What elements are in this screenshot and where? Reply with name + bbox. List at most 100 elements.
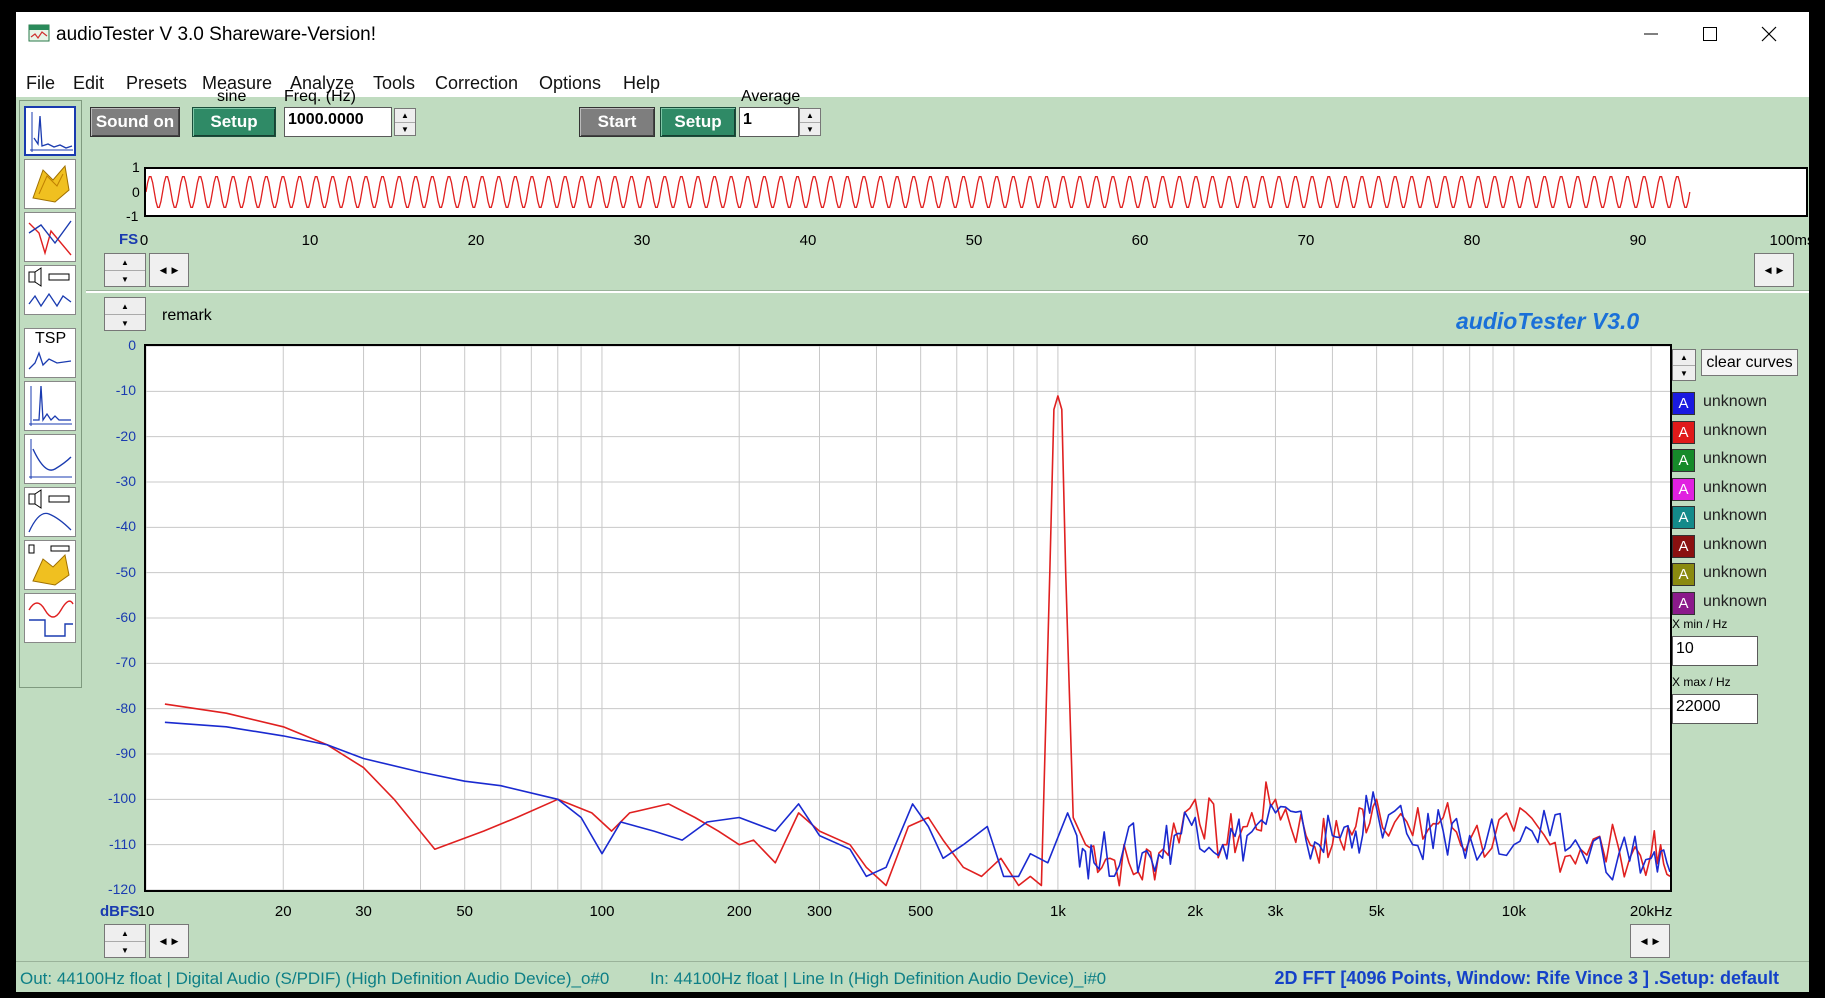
- remark-label[interactable]: remark: [162, 307, 212, 325]
- arrow-left-icon[interactable]: ◀: [160, 265, 167, 276]
- tool-panel: TSP: [19, 100, 82, 688]
- spectrum-x-tick: 1k: [1049, 903, 1066, 920]
- section-divider: [86, 290, 1809, 293]
- legend-swatch-icon[interactable]: A: [1672, 420, 1695, 444]
- spectrum-y-label: dBFS: [100, 903, 140, 920]
- scope-y-zoom-spinner[interactable]: ▲ ▼: [104, 253, 146, 287]
- minimize-button[interactable]: [1621, 16, 1681, 52]
- spectrum-plot[interactable]: [144, 344, 1672, 892]
- maximize-icon: [1703, 27, 1717, 41]
- spin-down-icon[interactable]: ▼: [105, 270, 145, 287]
- freq-input[interactable]: 1000.0000: [284, 107, 392, 137]
- spectrum-y-zoom-spinner[interactable]: ▲ ▼: [104, 297, 146, 331]
- spectrum-y-tick: -50: [115, 563, 136, 580]
- menu-correction[interactable]: Correction: [435, 73, 518, 94]
- legend-label: unknown: [1703, 507, 1768, 524]
- tool-distortion[interactable]: [24, 434, 76, 484]
- scope-x-tick: 40: [799, 232, 817, 249]
- spin-down-icon[interactable]: ▼: [105, 314, 145, 331]
- arrow-left-icon[interactable]: ◀: [1765, 265, 1772, 276]
- menu-file[interactable]: File: [26, 73, 55, 94]
- start-button[interactable]: Start: [579, 107, 655, 137]
- scope-x-scroll-right[interactable]: ◀ ▶: [1754, 253, 1794, 287]
- xmax-input[interactable]: 22000: [1672, 694, 1758, 724]
- legend-swatch-icon[interactable]: A: [1672, 392, 1695, 415]
- tool-impulse[interactable]: [24, 381, 76, 431]
- legend-swatch-icon[interactable]: A: [1672, 534, 1695, 558]
- spectrum-x-scroll-left[interactable]: ◀ ▶: [149, 924, 189, 958]
- oscilloscope-plot[interactable]: [144, 167, 1808, 217]
- spin-down-icon[interactable]: ▼: [800, 122, 820, 136]
- sound-on-button[interactable]: Sound on: [90, 107, 180, 137]
- spectrum-y-tick: -30: [115, 473, 136, 489]
- average-spinner[interactable]: ▲ ▼: [799, 108, 821, 136]
- status-analysis-mode: 2D FFT [4096 Points, Window: Rife Vince …: [1274, 968, 1779, 988]
- tool-tsp[interactable]: TSP: [24, 328, 76, 378]
- spectrum-y-tick: 0: [128, 337, 136, 353]
- arrow-left-icon[interactable]: ◀: [1641, 936, 1648, 947]
- scope-x-scroll[interactable]: ◀ ▶: [149, 253, 189, 287]
- legend-swatch-icon[interactable]: A: [1672, 563, 1695, 586]
- legend-label: unknown: [1703, 478, 1768, 496]
- tool-speaker-waterfall[interactable]: [24, 540, 76, 590]
- measure-setup-button[interactable]: Setup: [660, 107, 736, 137]
- spin-up-icon[interactable]: ▲: [105, 298, 145, 314]
- spectrum-bottom-spinner[interactable]: ▲ ▼: [104, 924, 146, 958]
- freq-spinner[interactable]: ▲ ▼: [394, 108, 416, 136]
- legend-label: unknown: [1703, 393, 1768, 410]
- scope-x-tick: 50: [965, 232, 983, 249]
- title-bar: audioTester V 3.0 Shareware-Version!: [16, 12, 1809, 57]
- tool-oscilloscope[interactable]: [24, 593, 76, 643]
- legend-spinner[interactable]: ▲ ▼: [1672, 349, 1696, 381]
- spectrum-x-tick: 10k: [1501, 903, 1526, 920]
- arrow-right-icon[interactable]: ▶: [172, 265, 179, 276]
- spin-down-icon[interactable]: ▼: [105, 941, 145, 958]
- scope-x-tick: 90: [1629, 232, 1647, 249]
- tool-frequency-response[interactable]: [24, 212, 76, 262]
- legend-label: unknown: [1703, 592, 1768, 610]
- speaker-response-icon: [28, 489, 72, 533]
- tool-fft-spectrum[interactable]: [24, 106, 76, 156]
- window-title: audioTester V 3.0 Shareware-Version!: [56, 24, 377, 45]
- scope-x-unit: 100ms: [1769, 232, 1809, 249]
- spectrum-y-tick: -10: [115, 382, 136, 399]
- scope-sine-trace: [146, 176, 1691, 208]
- spectrum-x-tick: 20kHz: [1629, 903, 1673, 920]
- legend-swatch-icon[interactable]: A: [1672, 506, 1695, 529]
- tool-speaker-response[interactable]: [24, 487, 76, 537]
- waveform-label: sine: [217, 88, 247, 105]
- clear-curves-button[interactable]: clear curves: [1701, 349, 1798, 376]
- menu-options[interactable]: Options: [539, 73, 601, 94]
- spectrum-y-tick: -60: [115, 609, 136, 625]
- menu-help[interactable]: Help: [623, 73, 660, 94]
- tool-speaker-measure[interactable]: [24, 265, 76, 315]
- menu-tools[interactable]: Tools: [373, 73, 415, 94]
- legend-swatch-icon[interactable]: A: [1672, 591, 1695, 615]
- maximize-button[interactable]: [1680, 16, 1740, 52]
- spin-up-icon[interactable]: ▲: [105, 254, 145, 270]
- close-button[interactable]: [1739, 16, 1799, 52]
- arrow-right-icon[interactable]: ▶: [1777, 265, 1784, 276]
- legend-swatch-icon[interactable]: A: [1672, 449, 1695, 472]
- spectrum-x-tick: 3k: [1267, 903, 1284, 920]
- spin-up-icon[interactable]: ▲: [800, 109, 820, 122]
- generator-setup-button[interactable]: Setup: [192, 107, 276, 137]
- spin-up-icon[interactable]: ▲: [395, 109, 415, 122]
- xmin-input[interactable]: 10: [1672, 636, 1758, 666]
- spin-down-icon[interactable]: ▼: [395, 122, 415, 136]
- average-input[interactable]: 1: [739, 107, 799, 137]
- scope-x-tick: 20: [467, 232, 485, 249]
- spectrum-y-tick: -40: [115, 518, 136, 535]
- spectrum-x-scroll-right[interactable]: ◀ ▶: [1630, 924, 1670, 958]
- arrow-right-icon[interactable]: ▶: [172, 936, 179, 947]
- arrow-left-icon[interactable]: ◀: [160, 936, 167, 947]
- tool-3d-waterfall[interactable]: [24, 159, 76, 209]
- spin-up-icon[interactable]: ▲: [1673, 350, 1695, 365]
- spin-down-icon[interactable]: ▼: [1673, 365, 1695, 381]
- arrow-right-icon[interactable]: ▶: [1653, 936, 1660, 947]
- oscilloscope-icon: [28, 600, 74, 637]
- spin-up-icon[interactable]: ▲: [105, 925, 145, 941]
- menu-edit[interactable]: Edit: [73, 73, 104, 94]
- menu-presets[interactable]: Presets: [126, 73, 187, 94]
- legend-swatch-icon[interactable]: A: [1672, 477, 1695, 501]
